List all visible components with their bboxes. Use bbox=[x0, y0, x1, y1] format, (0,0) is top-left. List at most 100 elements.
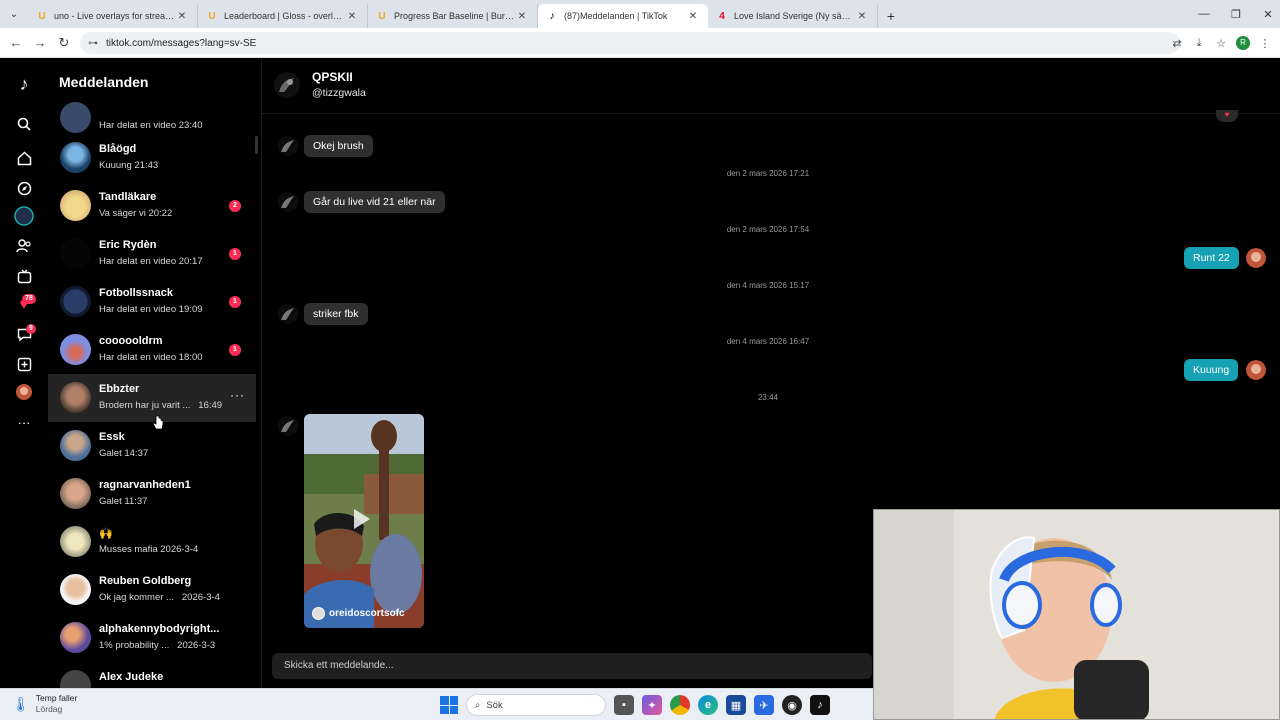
browser-tab[interactable]: U Leaderboard | Gloss - overlays ✕ bbox=[198, 4, 368, 28]
play-icon[interactable] bbox=[354, 509, 370, 529]
close-tab-icon[interactable]: ✕ bbox=[175, 11, 189, 22]
conversation-preview: Galet 14:37 bbox=[99, 448, 149, 459]
bookmark-star-icon[interactable]: ☆ bbox=[1214, 37, 1228, 50]
close-tab-icon[interactable]: ✕ bbox=[345, 11, 359, 22]
edge-icon[interactable]: e bbox=[698, 695, 718, 715]
chat-header: QPSKII @tizzgwala bbox=[262, 58, 1280, 114]
upload-plus-icon[interactable] bbox=[12, 352, 36, 376]
close-tab-icon[interactable]: ✕ bbox=[855, 11, 869, 22]
unread-count-badge: 1 bbox=[229, 248, 241, 260]
conversation-item[interactable]: Eric Rydèn Har delat en video 20:17 1 bbox=[48, 230, 256, 278]
new-tab-plus-icon[interactable]: + bbox=[878, 4, 904, 28]
conversation-panel: Meddelanden Har delat en video 23:40 Blå… bbox=[48, 58, 262, 688]
copilot-icon[interactable]: ✦ bbox=[642, 695, 662, 715]
home-icon[interactable] bbox=[12, 146, 36, 170]
tab-title: Leaderboard | Gloss - overlays bbox=[224, 11, 345, 21]
weather-day: Lördag bbox=[35, 704, 63, 714]
conversation-preview: Kuuung 21:43 bbox=[99, 160, 159, 171]
message-timestamp: 23:44 bbox=[757, 393, 779, 402]
search-icon[interactable] bbox=[12, 112, 36, 136]
back-arrow-icon[interactable]: ← bbox=[4, 35, 28, 50]
chrome-icon[interactable] bbox=[670, 695, 690, 715]
os-taskbar: 🌡 Temp faller Lördag ⌕ Sök ▪ ✦ e ▦ ✈ ◉ ♪ bbox=[0, 688, 873, 720]
close-tab-icon[interactable]: ✕ bbox=[515, 11, 529, 22]
browser-tab-active[interactable]: ♪ (87)Meddelanden | TikTok ✕ bbox=[538, 4, 708, 28]
obs-icon[interactable]: ◉ bbox=[782, 695, 802, 715]
minimize-icon[interactable]: — bbox=[1188, 8, 1220, 20]
author-avatar bbox=[312, 607, 325, 620]
browser-tab[interactable]: U Progress Bar Baseline | Burst - U ✕ bbox=[368, 4, 538, 28]
conversation-more-icon[interactable]: ··· bbox=[230, 388, 245, 402]
tab-title: Progress Bar Baseline | Burst - U bbox=[394, 11, 515, 21]
conversation-item[interactable]: Reuben Goldberg Ok jag kommer ... 2026-3… bbox=[48, 566, 256, 614]
tab-search-chevron-icon[interactable]: ⌄ bbox=[0, 0, 28, 28]
conversation-item[interactable]: ragnarvanheden1 Galet 11:37 bbox=[48, 470, 256, 518]
reload-icon[interactable]: ↻ bbox=[52, 35, 76, 51]
browser-tab[interactable]: U uno - Live overlays for streamin ✕ bbox=[28, 4, 198, 28]
restore-icon[interactable]: ❐ bbox=[1220, 8, 1252, 21]
scrollbar[interactable] bbox=[255, 136, 258, 154]
translate-icon[interactable]: ⇄ bbox=[1170, 37, 1184, 50]
friends-icon[interactable] bbox=[12, 234, 36, 258]
forward-arrow-icon[interactable]: → bbox=[28, 35, 52, 50]
conversation-item[interactable]: alphakennybodyright... 1% probability ..… bbox=[48, 614, 256, 662]
taskbar-apps: ⌕ Sök ▪ ✦ e ▦ ✈ ◉ ♪ bbox=[440, 693, 830, 717]
conversation-name: Ebbzter bbox=[99, 383, 140, 395]
conversation-item[interactable]: Alex Judeke bbox=[48, 662, 256, 688]
tiktok-logo-icon[interactable]: ♪ bbox=[12, 72, 36, 96]
unread-count-badge: 1 bbox=[229, 344, 241, 356]
activity-badge: 78 bbox=[22, 294, 36, 304]
conversation-item[interactable]: coooooldrm Har delat en video 18:00 1 bbox=[48, 326, 256, 374]
chat-contact-name[interactable]: QPSKII bbox=[312, 70, 353, 84]
avatar bbox=[60, 430, 91, 461]
sender-avatar bbox=[278, 136, 298, 156]
profile-avatar[interactable] bbox=[12, 380, 36, 404]
message-bubble-outgoing: Runt 22 bbox=[1184, 247, 1239, 269]
uno-favicon-icon: U bbox=[38, 10, 46, 22]
taskbar-search[interactable]: ⌕ Sök bbox=[466, 694, 606, 716]
site-info-icon[interactable]: ⊶ bbox=[88, 38, 98, 49]
avatar bbox=[60, 574, 91, 605]
browser-tab[interactable]: 4 Love Island Sverige (Ny säsong ✕ bbox=[708, 4, 878, 28]
conversation-preview: Ok jag kommer ... 2026-3-4 bbox=[99, 592, 220, 603]
messages-badge: 9 bbox=[26, 324, 36, 334]
conversation-item[interactable]: Fotbollssnack Har delat en video 19:09 1 bbox=[48, 278, 256, 326]
weather-widget[interactable]: 🌡 Temp faller Lördag bbox=[12, 693, 77, 715]
close-tab-icon[interactable]: ✕ bbox=[686, 11, 700, 22]
avatar[interactable] bbox=[274, 72, 300, 98]
url-field[interactable]: ⊶ tiktok.com/messages?lang=sv-SE bbox=[80, 32, 1180, 54]
nav-rail: ♪ ♥ 78 9 ··· bbox=[0, 58, 48, 688]
conversation-item[interactable]: 🙌 Musses mafia 2026-3-4 bbox=[48, 518, 256, 566]
my-avatar bbox=[1246, 248, 1266, 268]
more-options-icon[interactable]: ··· bbox=[12, 410, 36, 434]
address-bar-row: ← → ↻ ⊶ tiktok.com/messages?lang=sv-SE ⇄… bbox=[0, 28, 1280, 58]
conversation-name: coooooldrm bbox=[99, 335, 163, 347]
windows-start-icon[interactable] bbox=[440, 696, 458, 714]
message-input[interactable]: Skicka ett meddelande... bbox=[272, 653, 872, 679]
conversation-name: Reuben Goldberg bbox=[99, 575, 192, 587]
conversation-name: Alex Judeke bbox=[99, 671, 164, 683]
app-icon[interactable]: ▦ bbox=[726, 695, 746, 715]
browser-menu-icon[interactable]: ⋮ bbox=[1258, 37, 1272, 50]
shared-video-card[interactable]: oreidoscortsofc bbox=[304, 414, 424, 628]
uno-favicon-icon: U bbox=[378, 10, 386, 22]
live-tv-icon[interactable] bbox=[12, 264, 36, 288]
conversation-preview: Har delat en video 23:40 bbox=[99, 120, 203, 131]
following-avatar-icon[interactable] bbox=[12, 204, 36, 228]
conversation-item[interactable]: Blåögd Kuuung 21:43 bbox=[48, 134, 256, 182]
explore-compass-icon[interactable] bbox=[12, 176, 36, 200]
url-text: tiktok.com/messages?lang=sv-SE bbox=[106, 37, 257, 49]
message-bubble-outgoing: Kuuung bbox=[1184, 359, 1239, 381]
install-app-icon[interactable]: ⤓ bbox=[1192, 37, 1206, 50]
app-icon[interactable]: ✈ bbox=[754, 695, 774, 715]
avatar bbox=[60, 334, 91, 365]
message-timestamp: den 2 mars 2026 17:21 bbox=[726, 169, 810, 178]
task-view-icon[interactable]: ▪ bbox=[614, 695, 634, 715]
tiktok-live-icon[interactable]: ♪ bbox=[810, 695, 830, 715]
avatar bbox=[60, 526, 91, 557]
conversation-item[interactable]: Tandläkare Va säger vi 20:22 2 bbox=[48, 182, 256, 230]
close-window-icon[interactable]: ✕ bbox=[1252, 8, 1280, 21]
profile-avatar[interactable]: R bbox=[1236, 36, 1250, 50]
conversation-preview: Galet 11:37 bbox=[99, 496, 148, 507]
taskbar-search-label: Sök bbox=[486, 699, 503, 711]
